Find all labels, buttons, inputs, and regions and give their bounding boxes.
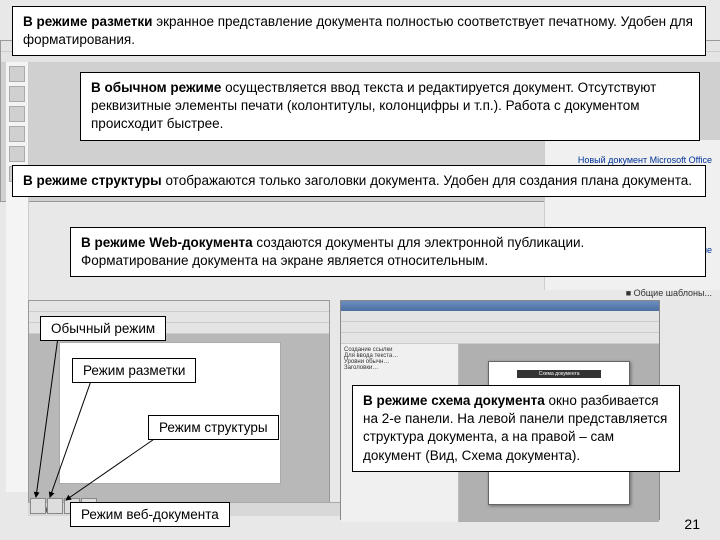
label-web-mode: Режим веб-документа [70, 502, 230, 527]
label-outline-mode: Режим структуры [148, 415, 279, 440]
task-pane-item: Новый документ Microsoft Office [578, 155, 712, 165]
callout-normal-mode: В обычном режиме осуществляется ввод тек… [80, 72, 700, 141]
label-layout-mode: Режим разметки [72, 358, 196, 383]
callout-schema-mode: В режиме схема документа окно разбиваетс… [352, 385, 680, 472]
label-normal-mode: Обычный режим [40, 316, 166, 341]
page-number: 21 [684, 516, 700, 532]
view-mode-layout-icon[interactable] [47, 498, 63, 514]
task-pane-item: ■ Общие шаблоны... [626, 288, 712, 298]
callout-outline-mode: В режиме структуры отображаются только з… [12, 165, 706, 197]
view-mode-normal-icon[interactable] [30, 498, 46, 514]
callout-web-mode: В режиме Web-документа создаются докумен… [70, 227, 706, 277]
callout-layout-mode: В режиме разметки экранное представление… [12, 6, 706, 56]
